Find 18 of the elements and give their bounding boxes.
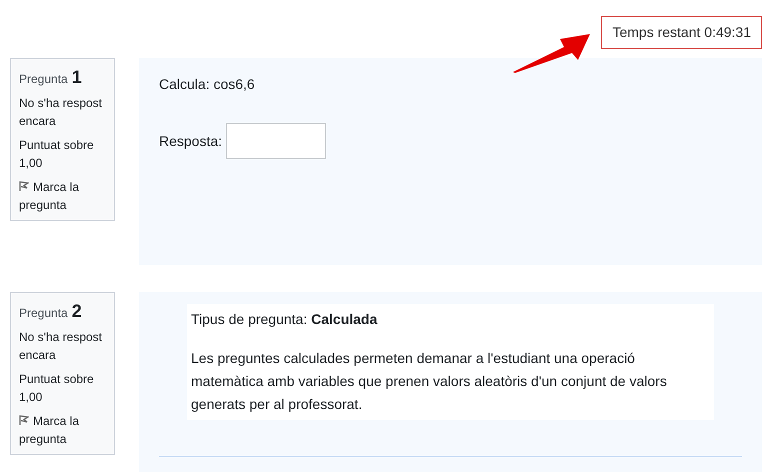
answer-field[interactable] — [226, 123, 326, 159]
question-prompt: Calcula: cos6,6 — [159, 75, 256, 94]
flag-icon — [19, 415, 29, 426]
question-label: Pregunta — [19, 305, 68, 322]
question-number: 2 — [72, 301, 82, 321]
answer-label: Resposta: — [159, 132, 222, 151]
question-marks: Puntuat sobre 1,00 — [19, 137, 95, 172]
flag-icon — [19, 181, 29, 192]
flag-question-link[interactable]: Marca la pregunta — [19, 178, 106, 214]
question-type: Tipus de pregunta: Calculada — [191, 310, 378, 329]
question-description: Les preguntes calculades permeten demanar a l'estudiant una operació matemàtica amb variables que prenen valors aleatòris d'un conjunt de valors generats per al professorat. — [191, 349, 668, 414]
time-remaining: Temps restant 0:49:31 — [601, 16, 762, 49]
question-number: 1 — [72, 67, 82, 87]
question-status: No s'ha respost encara — [19, 329, 103, 364]
question-status: No s'ha respost encara — [19, 95, 103, 130]
flag-question-link[interactable]: Marca la pregunta — [19, 412, 106, 448]
question-marks: Puntuat sobre 1,00 — [19, 371, 95, 406]
question-label: Pregunta — [19, 71, 68, 88]
